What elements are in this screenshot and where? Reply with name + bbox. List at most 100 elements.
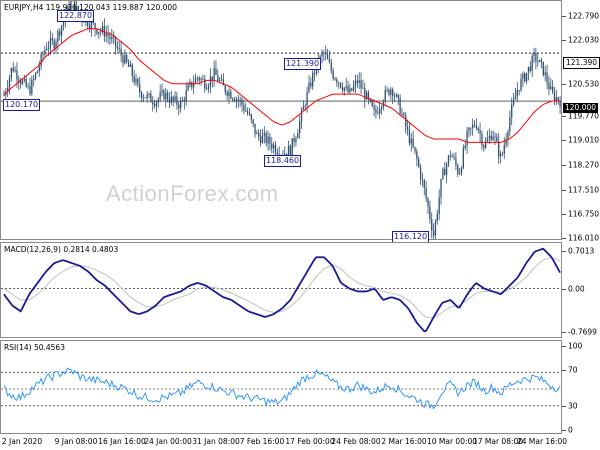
candle-body [334,78,336,80]
candle-body [96,29,98,34]
candle-body [380,106,383,110]
candle-body [548,82,550,90]
candle-body [457,165,459,174]
candle-body [220,79,223,81]
candle-body [341,87,344,91]
candle-body [176,96,178,105]
candle-body [527,66,530,73]
candle-body [206,88,208,90]
candle-body [232,98,234,100]
current-price-flag: 120.000 [563,103,599,113]
candle-body [328,59,331,63]
candle-body [114,36,117,47]
candle-body [550,86,552,90]
candle-body [399,98,401,114]
candle-body [388,89,390,95]
candle-body [137,78,139,85]
candle-body [274,144,277,153]
candle-body [432,230,435,236]
candle-body [323,52,325,55]
candle-body [109,36,111,40]
candle-body [490,135,492,141]
candle-body [345,86,347,88]
time-tick: 16 Jan 16:00 [98,437,146,446]
candle-body [53,40,55,49]
candle-body [393,95,396,97]
candle-body [525,72,528,82]
candle-body [265,133,267,144]
candle-body [516,90,518,97]
candle-body [228,91,230,96]
candle-body [471,124,474,128]
candle-body [299,121,301,134]
candle-body [230,91,232,99]
price-chart-canvas [1,1,561,239]
price-chart-panel[interactable]: EURJPY,H4 119.936 120.043 119.887 120.00… [0,0,562,243]
watermark: ActionForex.com [106,181,279,206]
candle-body [233,99,236,102]
macd-canvas [1,247,561,333]
candle-body [105,33,107,37]
candle-body [414,146,416,152]
candle-body [245,110,247,112]
candle-body [503,144,505,154]
annotation-low-feb: 118.460 [264,155,302,167]
rsi-panel[interactable]: RSI(14) 50.4563 [0,340,562,434]
candle-body [226,92,228,96]
candle-body [200,78,202,81]
candle-body [364,88,366,100]
candle-body [375,109,377,113]
macd-panel[interactable]: MACD(12,26,9) 0.2814 0.4803 [0,242,562,338]
candle-body [479,130,481,134]
rsi-tick: 0 [568,425,573,435]
candle-body [295,138,297,143]
candle-body [166,92,169,100]
candle-body [27,86,29,87]
candle-body [529,66,531,71]
candle-body [16,70,18,80]
candle-body [378,109,381,114]
candle-body [336,79,338,83]
candle-body [310,82,312,87]
candle-body [140,92,143,98]
candle-body [445,164,448,176]
candle-body [354,80,357,86]
candle-body [187,85,189,91]
candle-body [291,138,293,156]
candle-body [111,36,113,40]
candle-body [466,131,468,146]
candle-body [438,197,440,214]
candle-body [453,156,455,159]
candle-body [101,26,104,31]
time-tick: 17 Mar 08:00 [472,437,524,446]
candle-body [246,111,249,114]
candle-body [447,155,450,165]
candle-body [436,213,438,222]
candle-body [219,80,221,82]
candle-body [174,96,176,101]
candle-body [462,148,465,168]
candle-body [252,119,254,124]
candle-body [122,55,124,64]
rsi-canvas [1,367,561,410]
candle-body [384,90,386,102]
candle-body [386,89,388,91]
time-tick: 24 Feb 08:00 [331,437,381,446]
candle-body [46,48,48,50]
candle-body [520,78,522,91]
candle-body [25,78,27,87]
candle-body [371,100,373,107]
candle-body [207,85,210,90]
candle-body [146,94,148,99]
candle-body [468,127,470,132]
candle-body [507,131,509,140]
candle-body [224,85,226,93]
candle-body [349,88,351,93]
candle-body [126,55,128,62]
rsi-tick: 70 [568,365,578,375]
price-tick: 122.790 [568,11,600,21]
candle-body [475,125,478,129]
candle-body [51,38,53,41]
candle-body [113,36,115,38]
candle-body [421,179,424,181]
